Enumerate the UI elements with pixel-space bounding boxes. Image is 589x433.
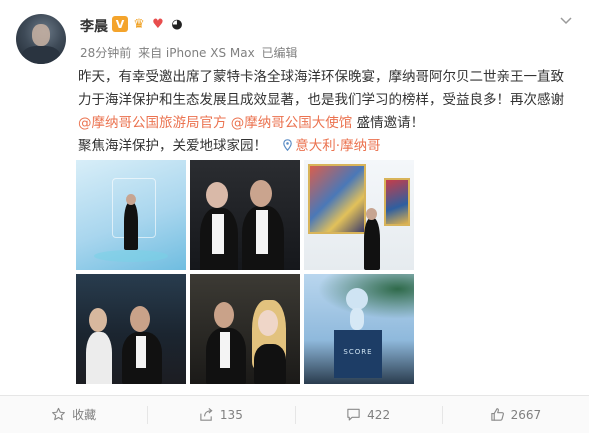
- photo-6-pedestal-text: SCORE: [343, 348, 373, 356]
- photo-6[interactable]: SCORE: [304, 274, 414, 384]
- photo-5-shirt-left: [220, 332, 230, 368]
- location-pin-icon: [283, 139, 293, 151]
- photo-2-head-left: [206, 182, 228, 208]
- photo-4[interactable]: [76, 274, 186, 384]
- post-actions-bar: 收藏 135 422 2667: [0, 395, 589, 433]
- photo-5[interactable]: [190, 274, 300, 384]
- star-icon: [52, 407, 66, 421]
- photo-1[interactable]: [76, 160, 186, 270]
- mention-monaco-embassy[interactable]: @摩纳哥公国大使馆: [231, 115, 353, 131]
- weibo-post-card: 李晨 V ♛ ♥ ◕ 28分钟前 来自 iPhone XS Max 已编辑 昨天…: [0, 0, 589, 433]
- photo-3[interactable]: [304, 160, 414, 270]
- photo-4-head-right: [130, 306, 150, 332]
- thumbs-up-icon: [490, 408, 504, 421]
- comment-button[interactable]: 422: [294, 396, 442, 433]
- post-text-line2: 聚焦海洋保护，关爱地球家园！: [78, 138, 267, 154]
- avatar-face: [32, 24, 50, 46]
- photo-1-head: [126, 194, 136, 205]
- repost-button[interactable]: 135: [147, 396, 294, 433]
- author-name[interactable]: 李晨: [80, 16, 108, 36]
- comment-count: 422: [367, 407, 391, 422]
- location-link[interactable]: 意大利·摩纳哥: [295, 138, 380, 154]
- photo-2-shirt-right: [256, 210, 268, 254]
- photo-3-painting-right: [384, 178, 410, 226]
- post-source[interactable]: 来自 iPhone XS Max: [138, 46, 255, 60]
- post-text-thanks: 盛情邀请！: [352, 115, 425, 131]
- photo-2-head-right: [250, 180, 272, 207]
- post-time[interactable]: 28分钟前: [80, 46, 131, 60]
- photo-3-figure: [364, 218, 380, 270]
- photo-5-head-left: [214, 302, 234, 328]
- author-badges: V ♛ ♥ ◕: [112, 16, 185, 32]
- repost-count: 135: [219, 407, 243, 422]
- photo-4-shirt-right: [136, 336, 146, 368]
- photo-3-painting-left: [308, 164, 366, 234]
- photo-4-white-dress: [86, 332, 112, 384]
- photo-1-floor-light: [94, 250, 168, 262]
- avatar-shirt: [22, 46, 60, 64]
- heart-icon[interactable]: ♥: [150, 16, 166, 32]
- chevron-down-icon[interactable]: [560, 14, 572, 26]
- verified-v-icon[interactable]: V: [112, 16, 128, 32]
- photo-6-sculpture-body: [350, 308, 364, 330]
- post-text-body: 昨天，有幸受邀出席了蒙特卡洛全球海洋环保晚宴，摩纳哥阿尔贝二世亲王一直致力于海洋…: [78, 69, 564, 108]
- avatar[interactable]: [16, 14, 66, 64]
- comment-icon: [347, 408, 360, 421]
- post-edited: 已编辑: [261, 46, 298, 60]
- photo-1-figure: [124, 202, 138, 250]
- crown-icon[interactable]: ♛: [131, 16, 147, 32]
- like-button[interactable]: 2667: [441, 396, 589, 433]
- post-text: 昨天，有幸受邀出席了蒙特卡洛全球海洋环保晚宴，摩纳哥阿尔贝二世亲王一直致力于海洋…: [78, 66, 568, 158]
- photo-5-head-right: [258, 310, 278, 336]
- photo-4-head-left: [89, 308, 107, 332]
- mention-monaco-tourism[interactable]: @摩纳哥公国旅游局官方: [78, 115, 227, 131]
- photo-2-shirt-left: [212, 214, 224, 254]
- favorite-label: 收藏: [72, 408, 97, 422]
- panda-icon[interactable]: ◕: [169, 16, 185, 32]
- photo-5-figure-right: [254, 344, 286, 384]
- like-count: 2667: [510, 407, 542, 422]
- favorite-button[interactable]: 收藏: [0, 396, 147, 433]
- photo-3-head: [366, 208, 377, 220]
- share-icon: [200, 407, 213, 421]
- photo-2[interactable]: [190, 160, 300, 270]
- post-meta: 28分钟前 来自 iPhone XS Max 已编辑: [80, 44, 301, 61]
- photo-6-sculpture-head: [346, 288, 368, 310]
